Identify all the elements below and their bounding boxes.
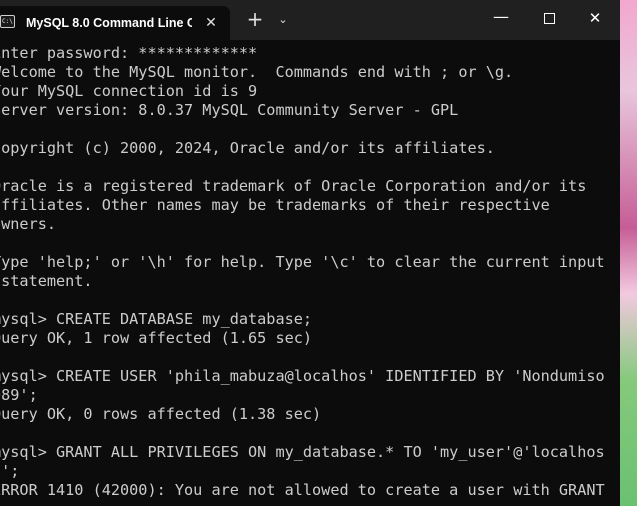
desktop-background — [620, 0, 637, 506]
terminal-line: statement. — [0, 272, 93, 290]
terminal-line: Enter password: ************* — [0, 44, 258, 62]
terminal-window: C:\ MySQL 8.0 Command Line Cli ✕ + ⌄ — ✕… — [0, 0, 637, 506]
terminal-line: Server version: 8.0.37 MySQL Community S… — [0, 101, 459, 119]
tab-title: MySQL 8.0 Command Line Cli — [26, 16, 192, 30]
terminal-line: mysql> GRANT ALL PRIVILEGES ON my_databa… — [0, 443, 605, 461]
terminal-line: Copyright (c) 2000, 2024, Oracle and/or … — [0, 139, 495, 157]
close-window-icon[interactable]: ✕ — [572, 0, 618, 36]
close-icon[interactable]: ✕ — [201, 12, 221, 34]
terminal-line: Oracle is a registered trademark of Orac… — [0, 177, 587, 195]
minimize-icon[interactable]: — — [478, 0, 524, 36]
chevron-down-icon[interactable]: ⌄ — [272, 9, 294, 31]
terminal-line: Type 'help;' or '\h' for help. Type '\c'… — [0, 253, 605, 271]
plus-icon[interactable]: + — [243, 8, 267, 32]
tab-mysql-cli[interactable]: C:\ MySQL 8.0 Command Line Cli ✕ — [0, 6, 230, 40]
terminal-line: t'; — [0, 462, 20, 480]
terminal-line: Query OK, 1 row affected (1.65 sec) — [0, 329, 313, 347]
terminal-line: affiliates. Other names may be trademark… — [0, 196, 550, 214]
terminal-line: mysql> CREATE USER 'phila_mabuza@localho… — [0, 367, 605, 385]
terminal-line: mysql> CREATE DATABASE my_database; — [0, 310, 313, 328]
terminal-line: 089'; — [0, 386, 38, 404]
maximize-icon[interactable] — [526, 0, 572, 36]
terminal-line: Query OK, 0 rows affected (1.38 sec) — [0, 405, 322, 423]
terminal-line: Your MySQL connection id is 9 — [0, 82, 258, 100]
terminal-line: Welcome to the MySQL monitor. Commands e… — [0, 63, 514, 81]
terminal-line: owners. — [0, 215, 57, 233]
title-bar: C:\ MySQL 8.0 Command Line Cli ✕ + ⌄ — ✕ — [0, 0, 637, 40]
terminal-line: ERROR 1410 (42000): You are not allowed … — [0, 481, 605, 499]
terminal-icon: C:\ — [0, 15, 15, 28]
terminal-output[interactable]: Enter password: ************* Welcome to … — [0, 44, 620, 506]
